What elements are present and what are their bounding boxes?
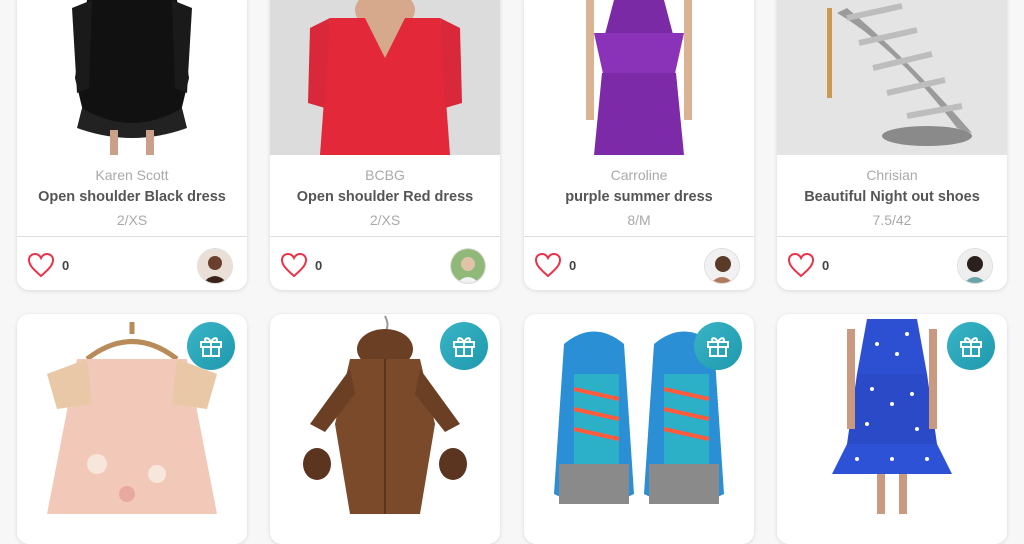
- seller-avatar[interactable]: [957, 248, 993, 284]
- like-count: 0: [315, 258, 323, 273]
- gift-listing-card[interactable]: [524, 314, 754, 544]
- gift-listing-card[interactable]: [17, 314, 247, 544]
- seller-avatar[interactable]: [704, 248, 740, 284]
- seller-avatar[interactable]: [450, 248, 486, 284]
- divider: [777, 236, 1007, 237]
- gift-icon: [200, 337, 222, 357]
- black-dress-image: [72, 0, 192, 155]
- brand-label: Karen Scott: [95, 167, 169, 183]
- heart-icon[interactable]: [787, 252, 815, 278]
- brand-label: BCBG: [365, 167, 405, 183]
- size-label: 2/XS: [369, 212, 401, 228]
- size-label: 8/M: [627, 212, 651, 228]
- product-photo[interactable]: [777, 0, 1007, 155]
- like-count: 0: [822, 258, 830, 273]
- product-title[interactable]: Open shoulder Red dress: [270, 189, 500, 205]
- product-photo[interactable]: [270, 0, 500, 155]
- product-photo[interactable]: [524, 0, 754, 155]
- brand-label: Carroline: [610, 167, 668, 183]
- product-title[interactable]: Open shoulder Black dress: [17, 189, 247, 205]
- product-title[interactable]: purple summer dress: [524, 189, 754, 205]
- heart-icon[interactable]: [534, 252, 562, 278]
- gift-badge[interactable]: [440, 322, 488, 370]
- heart-icon[interactable]: [27, 252, 55, 278]
- seller-avatar[interactable]: [197, 248, 233, 284]
- red-dress-image: [270, 0, 500, 155]
- divider: [524, 236, 754, 237]
- gift-listing-card[interactable]: [777, 314, 1007, 544]
- sandal-image: [777, 0, 1007, 155]
- gift-icon: [453, 337, 475, 357]
- like-count: 0: [569, 258, 577, 273]
- gift-icon: [707, 337, 729, 357]
- gift-badge[interactable]: [947, 322, 995, 370]
- gift-icon: [960, 337, 982, 357]
- listing-card[interactable]: BCBG Open shoulder Red dress 2/XS 0: [270, 0, 500, 290]
- divider: [270, 236, 500, 237]
- listing-card[interactable]: Chrisian Beautiful Night out shoes 7.5/4…: [777, 0, 1007, 290]
- listing-card[interactable]: Carroline purple summer dress 8/M 0: [524, 0, 754, 290]
- purple-dress-image: [586, 0, 692, 155]
- size-label: 2/XS: [116, 212, 148, 228]
- size-label: 7.5/42: [872, 212, 912, 228]
- like-count: 0: [62, 258, 70, 273]
- gift-listing-card[interactable]: [270, 314, 500, 544]
- product-photo[interactable]: [17, 0, 247, 155]
- gift-badge[interactable]: [187, 322, 235, 370]
- divider: [17, 236, 247, 237]
- listing-card[interactable]: Karen Scott Open shoulder Black dress 2/…: [17, 0, 247, 290]
- product-title[interactable]: Beautiful Night out shoes: [777, 189, 1007, 205]
- gift-badge[interactable]: [694, 322, 742, 370]
- heart-icon[interactable]: [280, 252, 308, 278]
- brand-label: Chrisian: [866, 167, 918, 183]
